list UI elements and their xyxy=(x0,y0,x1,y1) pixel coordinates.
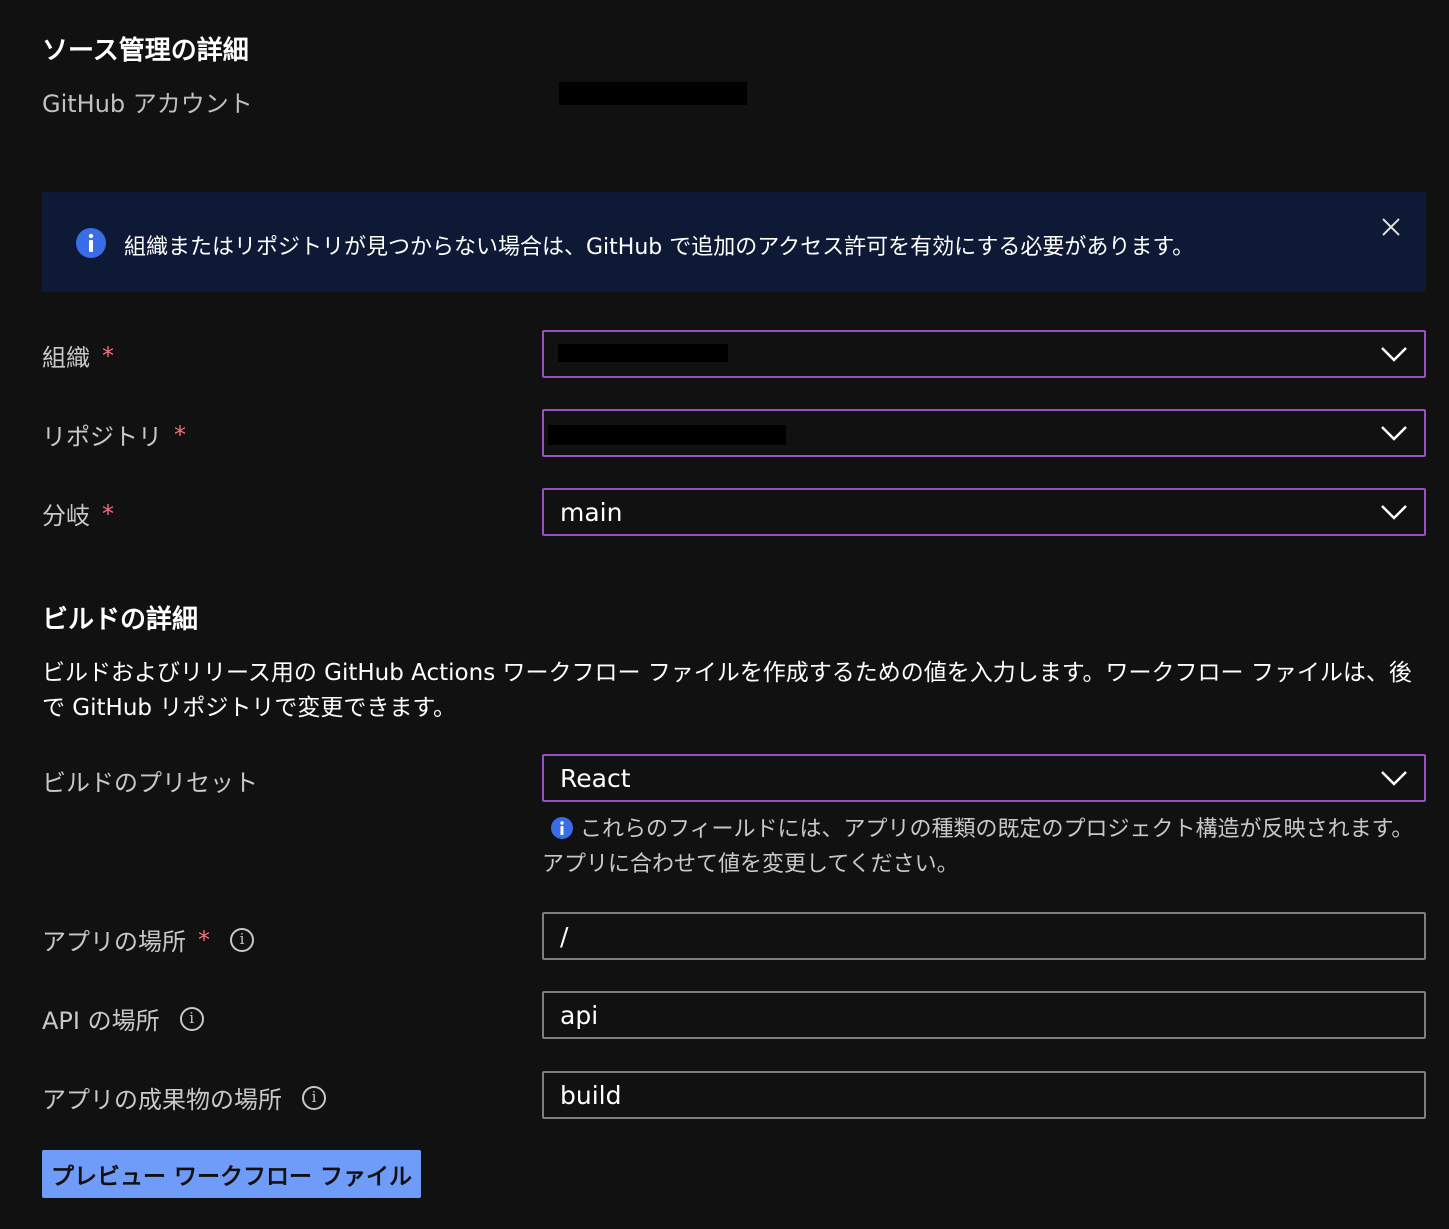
required-marker: * xyxy=(102,341,114,370)
github-account-label: GitHub アカウント xyxy=(42,90,253,118)
required-marker: * xyxy=(102,499,114,528)
repository-dropdown[interactable] xyxy=(542,409,1426,457)
branch-dropdown[interactable]: main xyxy=(542,488,1426,536)
chevron-down-icon xyxy=(1381,505,1407,520)
build-details-title: ビルドの詳細 xyxy=(42,605,199,635)
chevron-down-icon xyxy=(1381,347,1407,362)
required-marker: * xyxy=(174,420,186,449)
info-tooltip-icon[interactable]: i xyxy=(302,1085,326,1110)
build-description: ビルドおよびリリース用の GitHub Actions ワークフロー ファイルを… xyxy=(42,660,1412,721)
app-location-label-text: アプリの場所 xyxy=(42,928,186,956)
info-tooltip-icon[interactable]: i xyxy=(230,927,254,952)
output-location-label-text: アプリの成果物の場所 xyxy=(42,1086,282,1114)
github-account-value-redacted xyxy=(559,82,747,105)
organization-label-text: 組織 xyxy=(42,344,90,372)
build-preset-dropdown[interactable]: React xyxy=(542,754,1426,802)
app-location-label: アプリの場所 * i xyxy=(42,922,254,957)
branch-label-text: 分岐 xyxy=(42,502,90,530)
repository-value-redacted xyxy=(548,425,786,445)
close-icon[interactable] xyxy=(1382,218,1400,236)
output-location-label: アプリの成果物の場所 i xyxy=(42,1080,326,1115)
output-location-input[interactable]: build xyxy=(542,1071,1426,1119)
preview-workflow-file-button[interactable]: プレビュー ワークフロー ファイル xyxy=(42,1150,421,1198)
info-icon xyxy=(551,817,573,839)
build-preset-label: ビルドのプリセット xyxy=(42,769,258,797)
api-location-label: API の場所 i xyxy=(42,1001,204,1036)
api-location-label-text: API の場所 xyxy=(42,1007,160,1035)
branch-value: main xyxy=(560,497,623,527)
info-banner-text: 組織またはリポジトリが見つからない場合は、GitHub で追加のアクセス許可を有… xyxy=(124,235,1195,260)
chevron-down-icon xyxy=(1381,426,1407,441)
required-marker: * xyxy=(198,925,210,954)
repository-label: リポジトリ * xyxy=(42,417,186,452)
app-location-input[interactable]: / xyxy=(542,912,1426,960)
chevron-down-icon xyxy=(1381,771,1407,786)
organization-dropdown[interactable] xyxy=(542,330,1426,378)
build-preset-hint-text: これらのフィールドには、アプリの種類の既定のプロジェクト構造が反映されます。アプ… xyxy=(542,817,1414,877)
repository-label-text: リポジトリ xyxy=(42,423,162,451)
build-preset-hint: これらのフィールドには、アプリの種類の既定のプロジェクト構造が反映されます。アプ… xyxy=(542,812,1426,882)
api-location-input[interactable]: api xyxy=(542,991,1426,1039)
info-banner: 組織またはリポジトリが見つからない場合は、GitHub で追加のアクセス許可を有… xyxy=(42,192,1426,292)
branch-label: 分岐 * xyxy=(42,496,114,531)
source-control-title: ソース管理の詳細 xyxy=(42,36,249,66)
build-preset-value: React xyxy=(560,763,631,793)
info-icon xyxy=(76,228,106,258)
info-tooltip-icon[interactable]: i xyxy=(179,1006,204,1031)
organization-value-redacted xyxy=(558,344,728,362)
organization-label: 組織 * xyxy=(42,338,114,373)
